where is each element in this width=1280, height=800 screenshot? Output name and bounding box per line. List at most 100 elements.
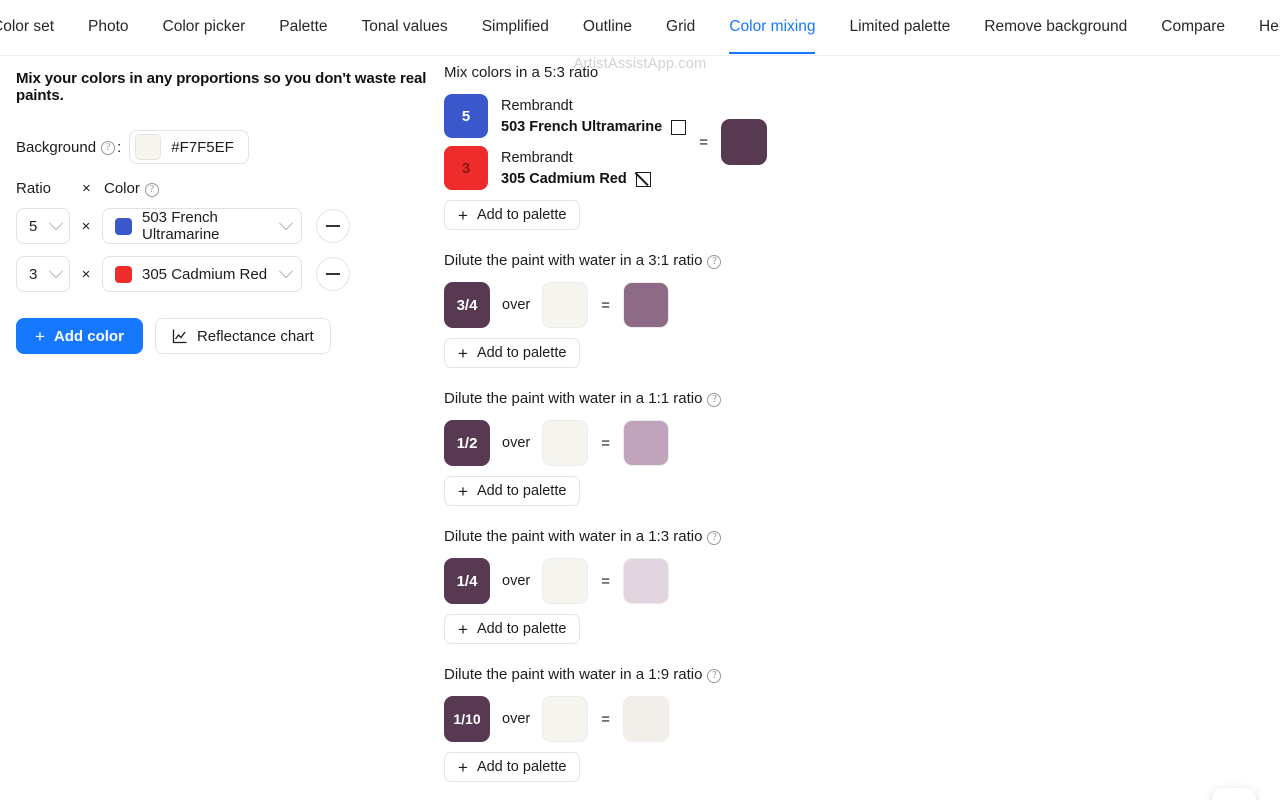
add-to-palette-button[interactable]: + Add to palette <box>444 338 581 368</box>
tab-label: Tonal values <box>361 18 448 35</box>
add-to-palette-button[interactable]: + Add to palette <box>444 200 581 230</box>
dilution-row: 1/10 over = <box>444 696 864 742</box>
dilution-title-text: Dilute the paint with water in a 1:9 rat… <box>444 666 703 683</box>
dilution-result-swatch[interactable] <box>622 558 669 604</box>
plus-icon: + <box>458 205 468 225</box>
mix-result-swatch[interactable] <box>720 119 767 165</box>
tab-label: Compare <box>1161 18 1226 35</box>
dilution-title-text: Dilute the paint with water in a 1:1 rat… <box>444 390 703 407</box>
add-to-palette-button[interactable]: + Add to palette <box>444 752 581 782</box>
dilution-block: Dilute the paint with water in a 1:9 rat… <box>444 666 864 782</box>
dilution-block: Dilute the paint with water in a 1:1 rat… <box>444 390 864 506</box>
dilution-help-icon[interactable]: ? <box>707 392 722 407</box>
paint-brand: Rembrandt <box>501 149 573 166</box>
dilution-background-swatch <box>542 282 589 328</box>
mix-results-panel: Mix colors in a 5:3 ratio 5 Rembrandt 503 … <box>444 64 864 782</box>
background-row: Background ? : #F7F5EF <box>16 130 436 164</box>
remove-color-button[interactable] <box>316 209 350 243</box>
paint-name-wrap: 503 French Ultramarine <box>501 118 687 137</box>
add-color-button[interactable]: + Add color <box>16 318 143 354</box>
tab-outline[interactable]: Outline <box>583 0 632 54</box>
over-label: over <box>502 573 531 589</box>
dilution-help-icon[interactable]: ? <box>707 668 722 683</box>
tab-limited-palette[interactable]: Limited palette <box>849 0 950 54</box>
tab-color-set[interactable]: Color set <box>0 0 54 54</box>
dilution-title: Dilute the paint with water in a 1:1 rat… <box>444 390 864 407</box>
columns-header: Ratio × Color ? <box>16 180 436 197</box>
dilution-row: 1/4 over = <box>444 558 864 604</box>
tab-simplified[interactable]: Simplified <box>482 0 549 54</box>
background-help-icon[interactable]: ? <box>101 141 116 155</box>
ratio-select[interactable]: 5 <box>16 208 70 244</box>
tab-label: Palette <box>279 18 328 35</box>
tab-label: Help <box>1259 18 1280 35</box>
tab-tonal-values[interactable]: Tonal values <box>362 0 448 54</box>
times-symbol: × <box>81 217 91 235</box>
ratio-column-label: Ratio <box>16 180 52 197</box>
tab-remove-background[interactable]: Remove background <box>984 0 1127 54</box>
tab-palette[interactable]: Palette <box>279 0 327 54</box>
tab-color-mixing[interactable]: Color mixing <box>729 0 816 54</box>
paint-meta: Rembrandt 503 French Ultramarine <box>501 95 687 137</box>
equals-symbol: = <box>601 572 610 590</box>
equals-symbol: = <box>601 710 610 728</box>
tab-label: Photo <box>88 18 129 35</box>
paint-name-wrap: 305 Cadmium Red <box>501 170 651 189</box>
dilution-help-icon[interactable]: ? <box>707 254 722 269</box>
color-name: 503 French Ultramarine <box>142 209 220 243</box>
tab-help[interactable]: Help <box>1259 0 1280 54</box>
tab-compare[interactable]: Compare <box>1161 0 1225 54</box>
paint-name: 305 Cadmium Red <box>501 171 627 187</box>
add-to-palette-button[interactable]: + Add to palette <box>444 614 581 644</box>
page-headline: Mix your colors in any proportions so yo… <box>16 70 427 104</box>
paint-list: 5 Rembrandt 503 French Ultramarine 3 Rembran… <box>444 94 687 190</box>
color-select[interactable]: 503 French Ultramarine <box>102 208 302 244</box>
tab-photo[interactable]: Photo <box>88 0 129 54</box>
background-label: Background <box>16 138 97 156</box>
plus-icon: + <box>458 757 468 777</box>
tab-label: Color mixing <box>729 18 816 35</box>
tab-color-picker[interactable]: Color picker <box>163 0 246 54</box>
dilution-result-swatch[interactable] <box>622 696 669 742</box>
dilution-result-swatch[interactable] <box>622 282 669 328</box>
mix-block: 5 Rembrandt 503 French Ultramarine 3 Rembran… <box>444 94 864 190</box>
add-to-palette-label: Add to palette <box>476 483 567 499</box>
dilution-title: Dilute the paint with water in a 1:3 rat… <box>444 528 864 545</box>
tab-grid[interactable]: Grid <box>666 0 695 54</box>
reflectance-chart-button[interactable]: Reflectance chart <box>154 318 331 354</box>
times-symbol: × <box>81 265 91 283</box>
background-color-field[interactable]: #F7F5EF <box>129 130 249 164</box>
main-tab-bar[interactable]: Color set Photo Color picker Palette Tonal v… <box>0 0 1280 56</box>
paint-entry: 5 Rembrandt 503 French Ultramarine <box>444 94 687 138</box>
dilution-title-text: Dilute the paint with water in a 3:1 rat… <box>444 252 703 269</box>
color-column-label: Color <box>104 180 140 197</box>
times-symbol: × <box>82 180 91 197</box>
plus-icon: + <box>458 343 468 363</box>
add-to-palette-label: Add to palette <box>476 345 567 361</box>
paint-ratio-badge: 3 <box>444 146 488 190</box>
dilution-row: 1/2 over = <box>444 420 864 466</box>
tab-label: Limited palette <box>849 18 951 35</box>
chevron-down-icon <box>48 216 64 231</box>
add-to-palette-button[interactable]: + Add to palette <box>444 476 581 506</box>
reflectance-chart-label: Reflectance chart <box>196 327 314 345</box>
dilution-background-swatch <box>542 420 589 466</box>
color-select[interactable]: 305 Cadmium Red <box>102 256 302 292</box>
color-rows-list: 5 × 503 French Ultramarine 3 × 305 Cadmium Re… <box>16 208 436 292</box>
remove-color-button[interactable] <box>316 257 350 291</box>
add-to-palette-label: Add to palette <box>476 759 567 775</box>
mix-section-title: Mix colors in a 5:3 ratio <box>444 64 599 81</box>
color-swatch <box>115 265 132 283</box>
tab-label: Remove background <box>984 18 1128 35</box>
ratio-select[interactable]: 3 <box>16 256 70 292</box>
color-help-icon[interactable]: ? <box>144 182 159 197</box>
dilution-result-swatch[interactable] <box>622 420 669 466</box>
mix-controls-panel: Mix your colors in any proportions so yo… <box>16 70 436 354</box>
dilution-title: Dilute the paint with water in a 3:1 rat… <box>444 252 864 269</box>
semi-transparent-icon <box>635 172 651 188</box>
dilution-help-icon[interactable]: ? <box>707 530 722 545</box>
dilution-fraction-badge: 3/4 <box>444 282 490 328</box>
dilution-fraction-badge: 1/10 <box>444 696 490 742</box>
dilution-block: Dilute the paint with water in a 1:3 rat… <box>444 528 864 644</box>
exit-fullscreen-button[interactable] <box>1212 788 1256 800</box>
